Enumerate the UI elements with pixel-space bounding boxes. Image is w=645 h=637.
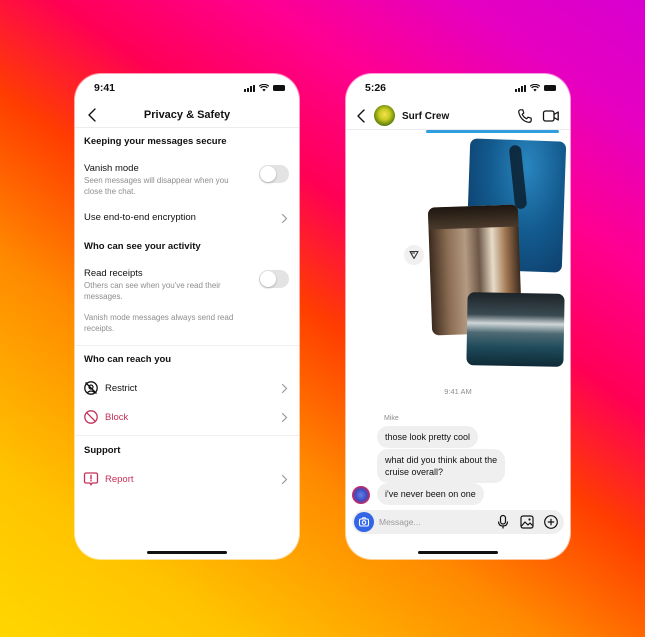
section-heading-support: Support	[84, 445, 121, 456]
report-label: Report	[105, 474, 134, 485]
read-receipts-subtitle-1: Others can see when you've read their	[84, 281, 221, 290]
phone-icon[interactable]	[517, 108, 533, 124]
sender-name: Mike	[384, 415, 399, 422]
cellular-signal-icon	[244, 84, 255, 92]
chevron-right-icon	[281, 412, 288, 423]
chat-screen: 5:26 Surf Crew 9:41 AM Mike those look p…	[346, 74, 570, 559]
battery-icon	[544, 85, 556, 91]
vanish-mode-subtitle-2: close the chat.	[84, 187, 136, 196]
read-receipts-toggle[interactable]	[259, 270, 289, 288]
message-bubble[interactable]: i've never been on one	[377, 483, 484, 505]
privacy-safety-screen: 9:41 Privacy & Safety Keeping your messa…	[75, 74, 299, 559]
share-icon	[409, 250, 419, 260]
chevron-right-icon	[281, 383, 288, 394]
chat-header: Surf Crew	[346, 102, 570, 130]
vanish-mode-subtitle-1: Seen messages will disappear when you	[84, 176, 229, 185]
battery-icon	[273, 85, 285, 91]
status-time: 5:26	[365, 82, 387, 94]
message-input[interactable]	[379, 510, 479, 534]
microphone-icon[interactable]	[495, 514, 511, 530]
status-bar: 5:26	[346, 74, 570, 100]
vanish-mode-toggle[interactable]	[259, 165, 289, 183]
section-heading-reach: Who can reach you	[84, 354, 172, 365]
vanish-note-1: Vanish mode messages always send read	[84, 313, 234, 322]
chat-name[interactable]: Surf Crew	[402, 111, 449, 122]
group-avatar[interactable]	[374, 105, 395, 126]
report-icon	[83, 472, 99, 486]
home-indicator[interactable]	[147, 551, 227, 554]
message-bubble[interactable]: those look pretty cool	[377, 426, 479, 448]
forward-button[interactable]	[404, 245, 424, 265]
section-divider	[75, 345, 299, 346]
section-divider	[75, 435, 299, 436]
sender-avatar[interactable]	[352, 486, 370, 504]
video-camera-icon[interactable]	[542, 108, 560, 124]
vanish-mode-title: Vanish mode	[84, 163, 139, 174]
home-indicator[interactable]	[418, 551, 498, 554]
section-heading-secure: Keeping your messages secure	[84, 136, 227, 147]
message-timestamp: 9:41 AM	[444, 387, 472, 396]
toggle-knob	[260, 271, 276, 287]
camera-icon	[358, 517, 370, 527]
message-bubble[interactable]: what did you think about the cruise over…	[377, 449, 506, 483]
status-bar: 9:41	[75, 74, 299, 100]
status-time: 9:41	[94, 82, 116, 94]
block-icon	[84, 410, 98, 424]
wifi-icon	[530, 84, 540, 92]
camera-button[interactable]	[354, 512, 374, 532]
cellular-signal-icon	[515, 84, 526, 92]
encryption-title: Use end-to-end encryption	[84, 212, 196, 223]
message-composer	[352, 510, 564, 534]
block-label: Block	[105, 412, 129, 423]
section-heading-activity: Who can see your activity	[84, 241, 201, 252]
read-receipts-title: Read receipts	[84, 268, 143, 279]
nav-bar: Privacy & Safety	[75, 102, 299, 128]
vanish-note-2: receipts.	[84, 324, 115, 333]
add-icon[interactable]	[543, 514, 559, 530]
chevron-right-icon	[281, 213, 288, 224]
previous-message-bubble	[426, 130, 559, 133]
restrict-label: Restrict	[105, 383, 138, 394]
restrict-icon	[84, 381, 98, 395]
wifi-icon	[259, 84, 269, 92]
page-title: Privacy & Safety	[143, 109, 231, 121]
photo-pool[interactable]	[466, 292, 565, 367]
gallery-icon[interactable]	[519, 514, 535, 530]
toggle-knob	[260, 166, 276, 182]
chevron-left-icon[interactable]	[354, 107, 370, 125]
read-receipts-subtitle-2: messages.	[84, 292, 123, 301]
chevron-right-icon	[281, 474, 288, 485]
